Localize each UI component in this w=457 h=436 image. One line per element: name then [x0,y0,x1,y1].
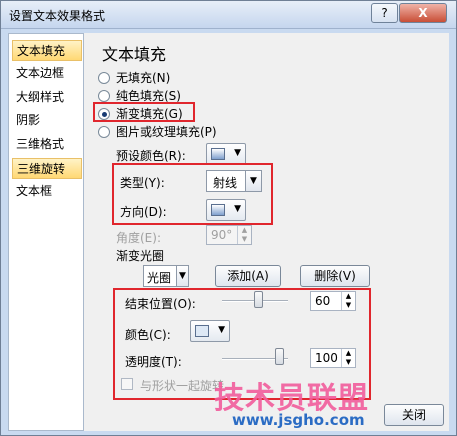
angle-value: 90° [211,228,233,242]
radio-button[interactable] [98,71,110,84]
type-select[interactable]: 射线 ▼ [206,170,262,192]
radio-label: 无填充(N) [116,70,171,85]
category-sidebar: 文本填充 文本边框 大纲样式 阴影 三维格式 三维旋转 文本框 [8,33,84,431]
stop-select[interactable]: 光圈 1 ▼ [143,265,189,287]
spin-up-icon[interactable]: ▲ [341,292,355,301]
dialog-title: 设置文本效果格式 [9,9,106,23]
delete-stop-button[interactable]: 删除(V) [300,265,370,287]
direction-button[interactable]: ▼ [206,199,246,221]
color-label: 颜色(C): [125,328,171,342]
end-position-value: 60 [315,294,331,308]
rotate-with-shape-label: 与形状一起旋转 [140,379,225,393]
radio-button[interactable] [98,89,110,102]
dialog-window: 设置文本效果格式 ? X 文本填充 文本边框 大纲样式 阴影 三维格式 三维旋转… [0,0,457,436]
sidebar-item-text-fill[interactable]: 文本填充 [12,40,82,61]
radio-gradient-fill[interactable]: 渐变填充(G) [98,105,183,121]
transparency-slider-thumb[interactable] [275,348,284,365]
sidebar-item-text-box[interactable]: 文本框 [12,181,82,202]
gradient-swatch-icon [211,204,225,216]
radio-picture-fill[interactable]: 图片或纹理填充(P) [98,123,217,139]
transparency-spinner[interactable]: 100 ▲ ▼ [310,348,356,368]
chevron-down-icon: ▼ [234,148,241,158]
preset-color-button[interactable]: ▼ [206,143,246,165]
end-position-slider-thumb[interactable] [254,291,263,308]
sidebar-item-text-border[interactable]: 文本边框 [12,63,82,84]
gradient-swatch-icon [211,148,225,160]
close-window-button[interactable]: X [399,3,447,23]
title-bar: 设置文本效果格式 ? X [1,1,456,29]
preset-color-label: 预设颜色(R): [116,149,186,163]
sidebar-item-3d-format[interactable]: 三维格式 [12,134,82,155]
help-button[interactable]: ? [371,3,398,23]
radio-label: 渐变填充(G) [116,106,183,121]
angle-spinner[interactable]: 90° ▲ ▼ [206,225,252,245]
transparency-value: 100 [315,351,338,365]
add-stop-button[interactable]: 添加(A) [215,265,281,287]
end-position-label: 结束位置(O): [125,297,196,311]
sidebar-item-3d-rotation[interactable]: 三维旋转 [12,158,82,179]
end-position-spinner[interactable]: 60 ▲ ▼ [310,291,356,311]
chevron-down-icon: ▼ [176,266,188,286]
watermark-url: www.jsgho.com [232,411,365,429]
radio-no-fill[interactable]: 无填充(N) [98,69,170,85]
rotate-with-shape-checkbox[interactable] [121,378,133,390]
transparency-label: 透明度(T): [125,355,182,369]
radio-label: 图片或纹理填充(P) [116,124,217,139]
direction-label: 方向(D): [120,205,167,219]
paint-bucket-icon [195,325,209,337]
watermark: 技术员联盟 www.jsgho.com [214,371,454,431]
radio-button-selected[interactable] [98,107,110,120]
radio-label: 纯色填充(S) [116,88,181,103]
spin-down-icon[interactable]: ▼ [341,358,355,367]
spin-up-icon[interactable]: ▲ [237,226,251,235]
spin-up-icon[interactable]: ▲ [341,349,355,358]
panel-heading: 文本填充 [102,45,167,64]
chevron-down-icon: ▼ [218,325,225,335]
angle-label: 角度(E): [116,231,161,245]
type-select-value: 射线 [213,176,238,190]
radio-solid-fill[interactable]: 纯色填充(S) [98,87,181,103]
spin-down-icon[interactable]: ▼ [237,235,251,244]
sidebar-item-outline-style[interactable]: 大纲样式 [12,87,82,108]
gradient-stops-heading: 渐变光圈 [116,249,165,263]
type-label: 类型(Y): [120,176,165,190]
spin-down-icon[interactable]: ▼ [341,301,355,310]
sidebar-item-shadow[interactable]: 阴影 [12,110,82,131]
stop-color-button[interactable]: ▼ [190,320,230,342]
chevron-down-icon: ▼ [245,171,261,191]
radio-button[interactable] [98,125,110,138]
chevron-down-icon: ▼ [234,204,241,214]
